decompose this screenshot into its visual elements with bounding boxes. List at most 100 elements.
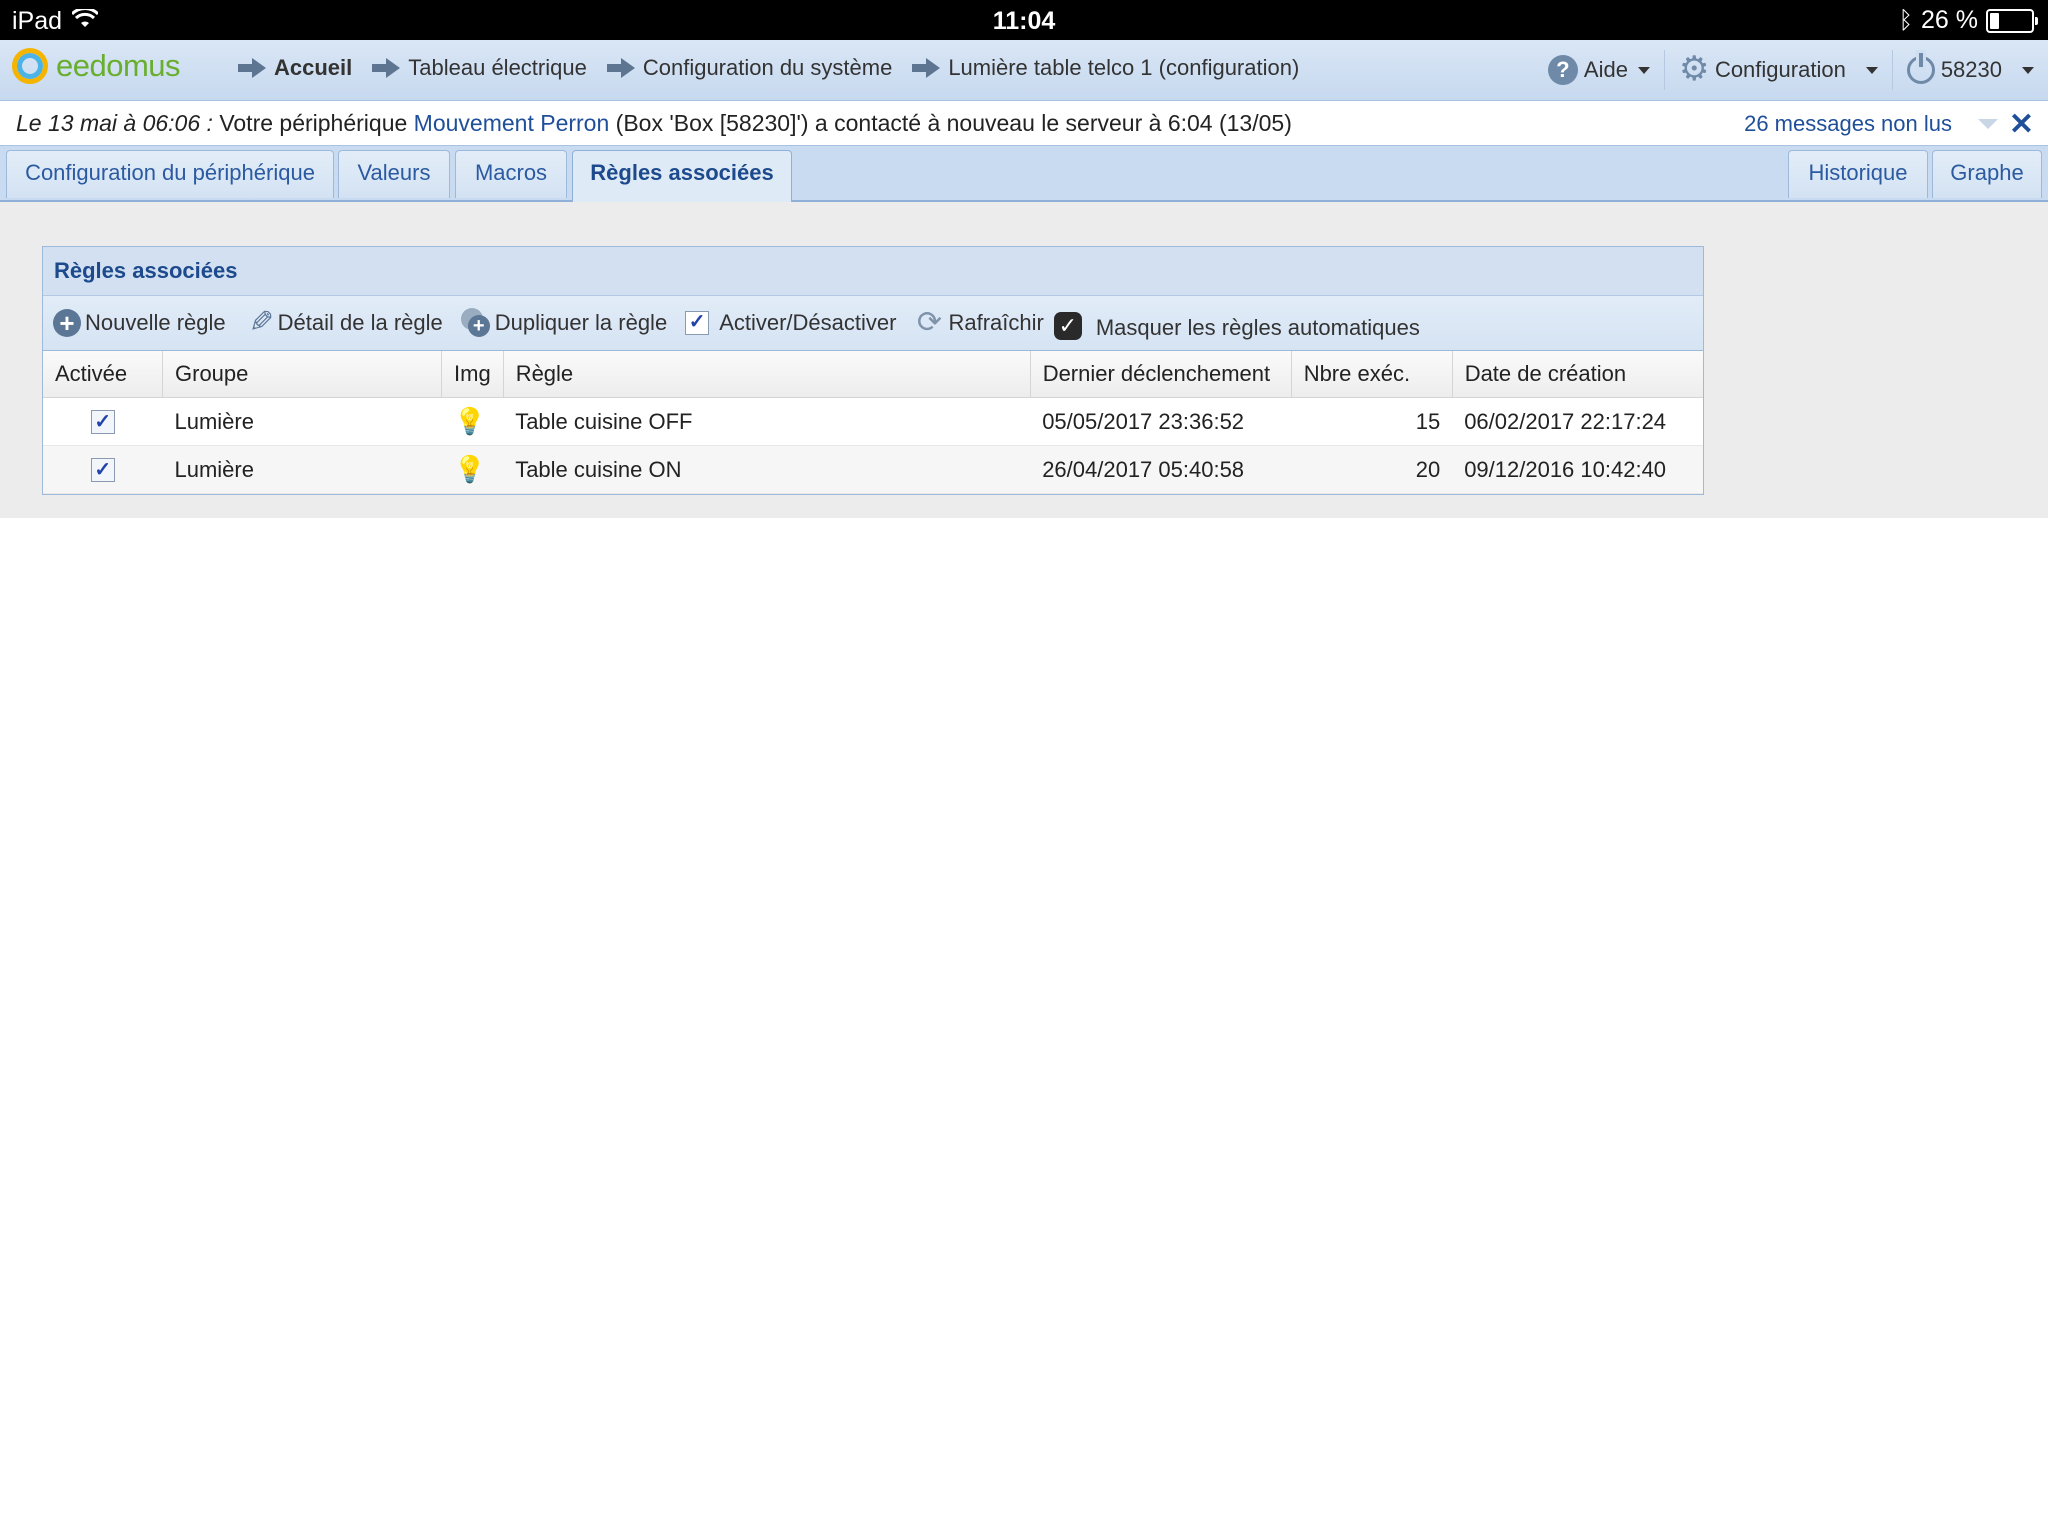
checkbox-icon: ✓: [685, 311, 710, 335]
created-cell: 06/02/2017 22:17:24: [1452, 397, 1703, 446]
add-icon: +: [53, 309, 81, 337]
tab-valeurs[interactable]: Valeurs: [338, 150, 450, 198]
tab-regles-associees[interactable]: Règles associées: [572, 150, 792, 202]
expand-messages-icon[interactable]: [1978, 119, 1998, 129]
panel-title: Règles associées: [43, 247, 1703, 296]
breadcrumb-label: Accueil: [274, 55, 353, 80]
column-header-dernier-declenchement[interactable]: Dernier déclenchement: [1030, 351, 1292, 398]
new-rule-button[interactable]: + Nouvelle règle: [53, 309, 226, 337]
table-row[interactable]: ✓ Lumière 💡 Table cuisine ON 26/04/2017 …: [43, 445, 1703, 494]
image-cell: 💡: [441, 397, 504, 446]
column-header-nbre-exec[interactable]: Nbre exéc.: [1291, 351, 1453, 398]
arrow-right-icon: [372, 58, 402, 78]
logo-ring-icon: [12, 48, 48, 84]
tab-historique[interactable]: Historique: [1788, 150, 1928, 198]
group-cell: Lumière: [162, 397, 442, 446]
breadcrumb: Accueil Tableau électrique Configuration…: [238, 55, 1319, 81]
arrow-right-icon: [238, 58, 268, 78]
configuration-menu-button[interactable]: ⚙ Configuration: [1663, 50, 1892, 90]
refresh-label: Rafraîchir: [948, 310, 1044, 335]
battery-fill: [1990, 12, 1999, 29]
last-trigger-cell: 26/04/2017 05:40:58: [1030, 445, 1292, 494]
table-header-row: Activée Groupe Img Règle Dernier déclenc…: [43, 351, 1703, 398]
last-trigger-cell: 05/05/2017 23:36:52: [1030, 397, 1292, 446]
image-cell: 💡: [441, 445, 504, 494]
group-cell: Lumière: [162, 445, 442, 494]
close-icon[interactable]: ✕: [2009, 107, 2034, 142]
header-menus: ? Aide ⚙ Configuration 58230: [1534, 50, 2048, 90]
pencil-icon: ✎: [248, 306, 274, 339]
account-menu-button[interactable]: 58230: [1891, 50, 2048, 90]
caret-down-icon: [1637, 66, 1650, 74]
duplicate-icon: +: [460, 308, 491, 338]
status-right: ᛒ 26 %: [1898, 6, 2038, 35]
bluetooth-icon: ᛒ: [1898, 6, 1914, 34]
help-icon: ?: [1547, 55, 1578, 85]
hide-automatic-rules-label: Masquer les règles automatiques: [1095, 315, 1420, 340]
rule-detail-button[interactable]: ✎ Détail de la règle: [244, 306, 443, 339]
hide-automatic-rules-toggle[interactable]: ✓ Masquer les règles automatiques: [1053, 305, 1420, 341]
breadcrumb-accueil[interactable]: Accueil: [238, 55, 352, 81]
rules-table: Activée Groupe Img Règle Dernier déclenc…: [43, 351, 1703, 494]
column-header-groupe[interactable]: Groupe: [162, 351, 442, 398]
help-menu-button[interactable]: ? Aide: [1534, 50, 1664, 90]
notification-suffix: (Box 'Box [58230]') a contacté à nouveau…: [615, 110, 1292, 136]
tab-macros[interactable]: Macros: [455, 150, 567, 198]
table-row[interactable]: ✓ Lumière 💡 Table cuisine OFF 05/05/2017…: [43, 397, 1703, 446]
battery-percent: 26 %: [1921, 6, 1978, 34]
notification-prefix: Votre périphérique: [219, 110, 408, 136]
lightbulb-icon: 💡: [453, 406, 486, 436]
tab-bar: Configuration du périphérique Valeurs Ma…: [0, 146, 2048, 202]
exec-count-cell: 15: [1291, 397, 1453, 446]
caret-down-icon: [1865, 66, 1878, 74]
toggle-rule-label: Activer/Désactiver: [719, 310, 897, 335]
column-header-img[interactable]: Img: [441, 351, 504, 398]
breadcrumb-configuration-systeme[interactable]: Configuration du système: [606, 55, 893, 81]
gear-icon: ⚙: [1678, 50, 1710, 88]
power-icon: [1906, 53, 1935, 84]
enabled-checkbox[interactable]: ✓: [90, 409, 115, 434]
breadcrumb-label: Tableau électrique: [408, 55, 587, 80]
lightbulb-icon: 💡: [453, 454, 486, 484]
new-rule-label: Nouvelle règle: [85, 310, 226, 335]
duplicate-rule-label: Dupliquer la règle: [494, 310, 668, 335]
top-navigation: eedomus Accueil Tableau électrique Confi…: [0, 40, 2048, 101]
notification-bar: Le 13 mai à 06:06 : Votre périphérique M…: [0, 101, 2048, 146]
column-header-date-creation[interactable]: Date de création: [1452, 351, 1703, 398]
ios-status-bar: iPad 11:04 ᛒ 26 %: [0, 0, 2048, 40]
notification-date: Le 13 mai à 06:06 :: [16, 110, 213, 136]
status-time: 11:04: [992, 7, 1056, 35]
arrow-right-icon: [606, 58, 637, 78]
breadcrumb-current-device[interactable]: Lumière table telco 1 (configuration): [912, 55, 1299, 81]
eedomus-logo[interactable]: eedomus: [12, 48, 181, 84]
help-label: Aide: [1583, 57, 1628, 82]
rules-toolbar: + Nouvelle règle ✎ Détail de la règle + …: [43, 296, 1703, 351]
rules-panel: Règles associées + Nouvelle règle ✎ Déta…: [42, 246, 1704, 495]
column-header-regle[interactable]: Règle: [503, 351, 1031, 398]
enabled-checkbox[interactable]: ✓: [90, 457, 115, 482]
enabled-cell[interactable]: ✓: [43, 397, 163, 446]
rule-detail-label: Détail de la règle: [277, 310, 443, 335]
refresh-button[interactable]: ⟳ Rafraîchir: [914, 306, 1044, 339]
column-header-activee[interactable]: Activée: [43, 351, 163, 398]
checked-checkbox-icon: ✓: [1053, 312, 1082, 340]
toggle-rule-button[interactable]: ✓ Activer/Désactiver: [685, 310, 896, 336]
notification-device-link[interactable]: Mouvement Perron: [414, 110, 610, 136]
exec-count-cell: 20: [1291, 445, 1453, 494]
created-cell: 09/12/2016 10:42:40: [1452, 445, 1703, 494]
rule-cell: Table cuisine OFF: [503, 397, 1031, 446]
breadcrumb-tableau-electrique[interactable]: Tableau électrique: [372, 55, 587, 81]
arrow-right-icon: [912, 58, 942, 78]
duplicate-rule-button[interactable]: + Dupliquer la règle: [460, 308, 668, 338]
configuration-label: Configuration: [1714, 57, 1846, 82]
tab-graphe[interactable]: Graphe: [1932, 150, 2042, 198]
notification-message: Le 13 mai à 06:06 : Votre périphérique M…: [16, 110, 1292, 137]
tab-configuration-peripherique[interactable]: Configuration du périphérique: [6, 150, 334, 198]
enabled-cell[interactable]: ✓: [43, 445, 163, 494]
rule-cell: Table cuisine ON: [503, 445, 1031, 494]
breadcrumb-label: Configuration du système: [642, 55, 893, 80]
caret-down-icon: [2022, 66, 2034, 74]
unread-messages-link[interactable]: 26 messages non lus: [1744, 111, 1952, 137]
logo-text: eedomus: [56, 48, 181, 83]
refresh-icon: ⟳: [916, 306, 943, 339]
